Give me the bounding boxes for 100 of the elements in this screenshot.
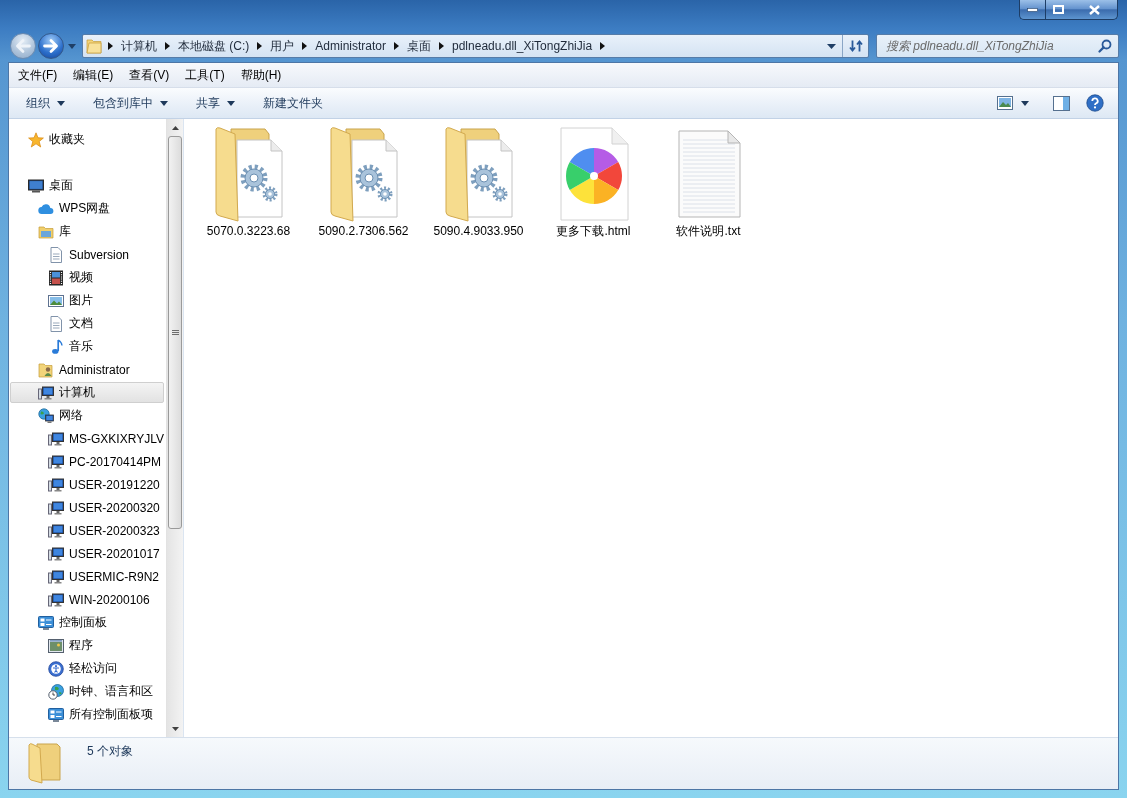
sidebar-item[interactable]: 程序: [47, 635, 96, 656]
help-button[interactable]: [1084, 92, 1106, 114]
address-bar[interactable]: 计算机 本地磁盘 (C:) 用户 Administrator 桌面 pdlneadu.dll_XiTongZhiJia: [82, 34, 869, 58]
globe-clock-icon: [48, 683, 64, 700]
caret-down-icon[interactable]: [827, 43, 836, 49]
breadcrumb[interactable]: 本地磁盘 (C:): [176, 36, 252, 56]
accessibility-icon: [48, 660, 64, 677]
caret-up-icon: [171, 125, 179, 130]
breadcrumb[interactable]: Administrator: [313, 36, 388, 56]
sidebar-item[interactable]: USER-20200320: [47, 497, 163, 518]
maximize-button[interactable]: [1045, 0, 1071, 20]
pinwheel-page-icon: [557, 126, 630, 222]
menu-item[interactable]: 查看(V): [121, 63, 178, 87]
breadcrumb[interactable]: 桌面: [405, 36, 433, 56]
sidebar-item[interactable]: WIN-20200106: [47, 589, 153, 610]
caret-right-icon[interactable]: [257, 42, 263, 50]
sidebar-item[interactable]: 控制面板: [37, 612, 110, 633]
sidebar-item[interactable]: 桌面: [27, 175, 76, 196]
file-item[interactable]: 软件说明.txt: [651, 123, 766, 241]
maximize-icon: [1053, 5, 1064, 14]
folder-icon: [27, 742, 63, 784]
minimize-icon: [1027, 7, 1038, 12]
caret-down-icon: [68, 43, 76, 49]
toolbar-button[interactable]: 新建文件夹: [255, 90, 331, 116]
computer-icon: [48, 499, 64, 516]
monitor-icon: [28, 177, 44, 194]
sidebar-item[interactable]: WPS网盘: [37, 198, 114, 219]
breadcrumb[interactable]: 用户: [268, 36, 297, 56]
preview-pane-button[interactable]: [1051, 93, 1072, 113]
computer-icon: [48, 591, 64, 608]
caret-right-icon[interactable]: [394, 42, 399, 50]
grip-icon: [171, 329, 179, 336]
help-icon: [1086, 94, 1104, 112]
computer-icon: [48, 453, 64, 470]
folder-with-gears-icon: [442, 126, 515, 222]
file-item[interactable]: 5070.0.3223.68: [191, 123, 306, 241]
sidebar-item[interactable]: 时钟、语言和区: [47, 681, 156, 702]
toolbar-button[interactable]: 共享: [188, 90, 243, 116]
caret-right-icon[interactable]: [108, 42, 113, 50]
sidebar-item[interactable]: 图片: [47, 290, 96, 311]
caret-down-icon: [1021, 100, 1029, 106]
sidebar-item[interactable]: 视频: [47, 267, 96, 288]
close-button[interactable]: [1071, 0, 1118, 20]
toolbar-button[interactable]: 包含到库中: [85, 90, 176, 116]
search-field[interactable]: 搜索 pdlneadu.dll_XiTongZhiJia: [876, 34, 1119, 58]
folder-with-gears-icon: [327, 126, 400, 222]
refresh-icon: [847, 38, 864, 54]
control-panel-icon: [38, 614, 54, 631]
menu-item[interactable]: 帮助(H): [232, 63, 290, 87]
library-folder-icon: [38, 223, 54, 240]
preview-pane-icon: [1053, 95, 1070, 111]
sidebar-item[interactable]: USER-20200323: [47, 520, 163, 541]
sidebar-item[interactable]: 网络: [37, 405, 86, 426]
sidebar-item[interactable]: 收藏夹: [27, 129, 88, 150]
view-button[interactable]: [995, 94, 1031, 112]
computer-icon: [38, 384, 54, 401]
computer-icon: [48, 476, 64, 493]
sidebar-item[interactable]: USER-20191220: [47, 474, 163, 495]
search-icon: [1098, 39, 1112, 53]
caret-right-icon[interactable]: [302, 42, 308, 50]
sidebar-item[interactable]: Administrator: [37, 359, 133, 380]
computer-icon: [48, 545, 64, 562]
caret-down-icon: [171, 726, 179, 731]
star-icon: [28, 131, 44, 148]
sidebar-item[interactable]: PC-20170414PM: [47, 451, 165, 472]
sidebar-item[interactable]: 计算机: [10, 382, 164, 403]
close-icon: [1088, 4, 1100, 15]
breadcrumb[interactable]: pdlneadu.dll_XiTongZhiJia: [450, 36, 595, 56]
sidebar-item[interactable]: 文档: [47, 313, 96, 334]
menu-item[interactable]: 编辑(E): [65, 63, 122, 87]
sidebar-item[interactable]: Subversion: [47, 244, 133, 265]
folder-with-gears-icon: [212, 126, 285, 222]
scrollbar-thumb[interactable]: [168, 136, 182, 529]
sidebar-item[interactable]: USER-20201017: [47, 543, 163, 564]
sidebar-item[interactable]: MS-GXKIXRYJLV: [47, 428, 166, 449]
file-item[interactable]: 更多下载.html: [536, 123, 651, 241]
computer-icon: [48, 568, 64, 585]
network-icon: [38, 407, 54, 424]
menu-item[interactable]: 文件(F): [10, 63, 66, 87]
forward-button[interactable]: [38, 33, 64, 59]
caret-right-icon[interactable]: [600, 42, 606, 50]
document-icon: [48, 315, 64, 332]
file-item[interactable]: 5090.4.9033.950: [421, 123, 536, 241]
file-item[interactable]: 5090.2.7306.562: [306, 123, 421, 241]
scrollbar[interactable]: [166, 119, 183, 737]
picture-icon: [48, 292, 64, 309]
sidebar-item[interactable]: 所有控制面板项: [47, 704, 156, 725]
computer-icon: [48, 430, 64, 447]
breadcrumb[interactable]: 计算机: [119, 36, 159, 56]
menu-item[interactable]: 工具(T): [177, 63, 233, 87]
computer-icon: [48, 522, 64, 539]
toolbar-button[interactable]: 组织: [18, 90, 73, 116]
folder-icon: [86, 38, 102, 54]
sidebar-item[interactable]: 轻松访问: [47, 658, 120, 679]
minimize-button[interactable]: [1019, 0, 1045, 20]
sidebar-item[interactable]: 库: [37, 221, 74, 242]
caret-right-icon[interactable]: [165, 42, 170, 50]
caret-right-icon[interactable]: [439, 42, 444, 50]
sidebar-item[interactable]: 音乐: [47, 336, 96, 357]
sidebar-item[interactable]: USERMIC-R9N2: [47, 566, 162, 587]
